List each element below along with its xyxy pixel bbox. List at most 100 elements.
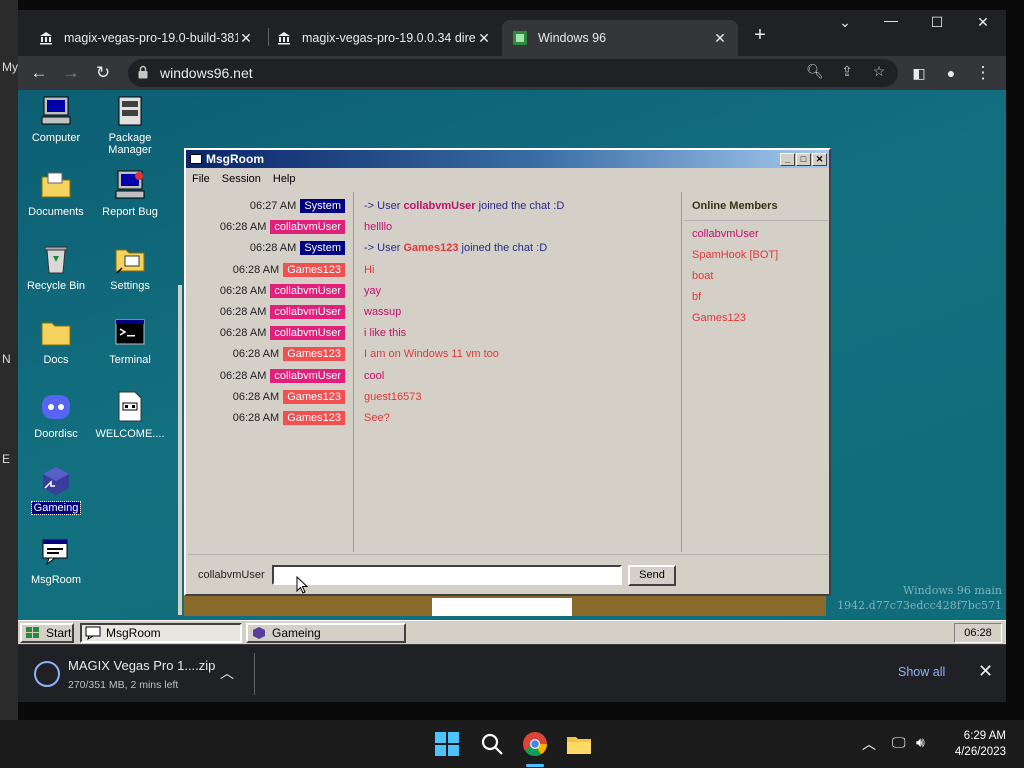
- desktop-icon-report-bug[interactable]: Report Bug: [92, 168, 168, 218]
- desktop-icon-doordisc[interactable]: Doordisc: [18, 390, 94, 440]
- menu-help[interactable]: Help: [267, 173, 302, 185]
- desktop-icon-label: Settings: [110, 280, 150, 292]
- browser-tab[interactable]: magix-vegas-pro-19.0-build-381 ✕: [28, 20, 264, 56]
- search-icon[interactable]: [478, 730, 506, 758]
- reload-button[interactable]: ↻: [90, 60, 116, 86]
- volume-icon[interactable]: 🔊︎: [916, 734, 925, 751]
- desktop-icon-welcome[interactable]: WELCOME....: [92, 390, 168, 440]
- host-desktop-strip: My N E: [0, 0, 18, 720]
- sender-badge[interactable]: System: [300, 241, 345, 255]
- close-window-button[interactable]: ✕: [960, 14, 1006, 31]
- host-label: E: [2, 452, 11, 466]
- chevron-up-icon[interactable]: ︿: [862, 734, 876, 754]
- member-item[interactable]: Games123: [692, 312, 746, 324]
- sender-badge[interactable]: collabvmUser: [270, 284, 345, 298]
- sender-badge[interactable]: collabvmUser: [270, 326, 345, 340]
- message-column[interactable]: -> User collabvmUser joined the chat :D h…: [356, 192, 682, 552]
- desktop-icon-recycle-bin[interactable]: Recycle Bin: [18, 242, 94, 292]
- message-timestamp: 06:28 AM: [232, 391, 280, 403]
- desktop-icon-documents[interactable]: Documents: [18, 168, 94, 218]
- taskbar-item-gameing[interactable]: Gameing: [246, 623, 406, 643]
- download-shelf: MAGIX Vegas Pro 1....zip 270/351 MB, 2 m…: [18, 644, 1006, 702]
- new-tab-button[interactable]: +: [746, 24, 774, 47]
- sender-badge[interactable]: System: [300, 199, 345, 213]
- start-button[interactable]: Start: [20, 623, 74, 643]
- side-panel-icon[interactable]: ◧: [906, 60, 932, 86]
- download-filename[interactable]: MAGIX Vegas Pro 1....zip: [68, 658, 215, 673]
- show-all-button[interactable]: Show all: [898, 665, 945, 679]
- back-button[interactable]: ←: [26, 60, 52, 86]
- member-item[interactable]: SpamHook [BOT]: [692, 249, 778, 261]
- chrome-icon[interactable]: [521, 730, 549, 758]
- member-item[interactable]: collabvmUser: [692, 228, 759, 240]
- zoom-icon[interactable]: 🔍︎: [804, 63, 826, 80]
- report-bug-icon: [113, 168, 147, 202]
- menu-session[interactable]: Session: [216, 173, 267, 185]
- close-shelf-icon[interactable]: ✕: [978, 661, 993, 682]
- message-meta: 06:28 AM collabvmUser: [220, 305, 345, 319]
- windows-start-icon[interactable]: [433, 730, 461, 758]
- message-input[interactable]: [272, 565, 622, 585]
- chevron-up-icon[interactable]: ︿: [220, 663, 234, 683]
- member-item[interactable]: boat: [692, 270, 713, 282]
- nickname-label: collabvmUser: [198, 569, 265, 581]
- sender-badge[interactable]: Games123: [283, 263, 345, 277]
- sender-badge[interactable]: collabvmUser: [270, 369, 345, 383]
- message-text: See?: [364, 412, 390, 424]
- host-label: N: [2, 352, 11, 366]
- msgroom-title-icon: [190, 154, 202, 164]
- desktop-icon-settings[interactable]: Settings: [92, 242, 168, 292]
- close-tab-icon[interactable]: ✕: [712, 30, 728, 47]
- taskbar-item-msgroom[interactable]: MsgRoom: [80, 623, 242, 643]
- file-explorer-icon[interactable]: [565, 730, 593, 758]
- close-button[interactable]: ✕: [812, 152, 827, 166]
- system-clock[interactable]: 6:29 AM 4/26/2023: [955, 728, 1006, 760]
- minimize-button[interactable]: —: [868, 12, 914, 28]
- folder-documents-icon: [39, 168, 73, 202]
- address-bar[interactable]: windows96.net 🔍︎ ⇪ ☆: [128, 59, 898, 87]
- cube-icon: [39, 464, 73, 498]
- sender-badge[interactable]: collabvmUser: [270, 220, 345, 234]
- close-tab-icon[interactable]: ✕: [476, 30, 492, 47]
- members-heading: Online Members: [692, 200, 778, 212]
- menu-file[interactable]: File: [186, 173, 216, 185]
- browser-tab-active[interactable]: Windows 96 ✕: [502, 20, 738, 56]
- message-timestamp: 06:28 AM: [219, 285, 267, 297]
- desktop-icon-msgroom[interactable]: MsgRoom: [18, 536, 94, 586]
- minimize-button[interactable]: _: [780, 152, 795, 166]
- message-text: yay: [364, 285, 382, 297]
- message-meta: 06:28 AM collabvmUser: [220, 326, 345, 340]
- maximize-button[interactable]: ☐: [914, 14, 960, 31]
- desktop-icon-package-manager[interactable]: Package Manager: [92, 94, 168, 156]
- sender-badge[interactable]: Games123: [283, 390, 345, 404]
- desktop-icon-computer[interactable]: Computer: [18, 94, 94, 144]
- sender-badge[interactable]: Games123: [283, 347, 345, 361]
- network-icon[interactable]: 🖵︎: [892, 734, 906, 751]
- maximize-button[interactable]: □: [796, 152, 811, 166]
- close-tab-icon[interactable]: ✕: [238, 30, 254, 47]
- forward-button[interactable]: →: [58, 60, 84, 86]
- share-icon[interactable]: ⇪: [836, 63, 858, 80]
- chat-panes: 06:27 AM System 06:28 AM collabvmUser 06:28 …: [188, 192, 828, 552]
- browser-window: magix-vegas-pro-19.0-build-381 ✕ magix-v…: [18, 10, 1006, 90]
- desktop-icon-docs[interactable]: Docs: [18, 316, 94, 366]
- member-item[interactable]: bf: [692, 291, 701, 303]
- message-text: -> User collabvmUser joined the chat :D: [364, 200, 564, 212]
- browser-tab[interactable]: magix-vegas-pro-19.0.0.34 direc ✕: [266, 20, 502, 56]
- desktop-icon-gameing[interactable]: Gameing: [18, 464, 94, 515]
- sender-badge[interactable]: collabvmUser: [270, 305, 345, 319]
- window-titlebar[interactable]: MsgRoom _ □ ✕: [186, 150, 829, 168]
- menu-kebab-icon[interactable]: ⋮: [970, 60, 996, 86]
- windows11-taskbar: ︿ 🖵︎ 🔊︎ 6:29 AM 4/26/2023: [0, 720, 1024, 768]
- profile-icon[interactable]: ●: [938, 60, 964, 86]
- bookmark-star-icon[interactable]: ☆: [868, 63, 890, 80]
- host-label: My: [2, 60, 18, 74]
- sender-badge[interactable]: Games123: [283, 411, 345, 425]
- computer-icon: [39, 94, 73, 128]
- tab-search-icon[interactable]: ⌄: [822, 14, 868, 31]
- desktop-icon-label: Package Manager: [108, 132, 152, 156]
- system-time: 6:29 AM: [963, 730, 1006, 742]
- members-panel: Online Members collabvmUser SpamHook [BOT…: [684, 192, 828, 552]
- send-button[interactable]: Send: [628, 565, 676, 586]
- desktop-icon-terminal[interactable]: Terminal: [92, 316, 168, 366]
